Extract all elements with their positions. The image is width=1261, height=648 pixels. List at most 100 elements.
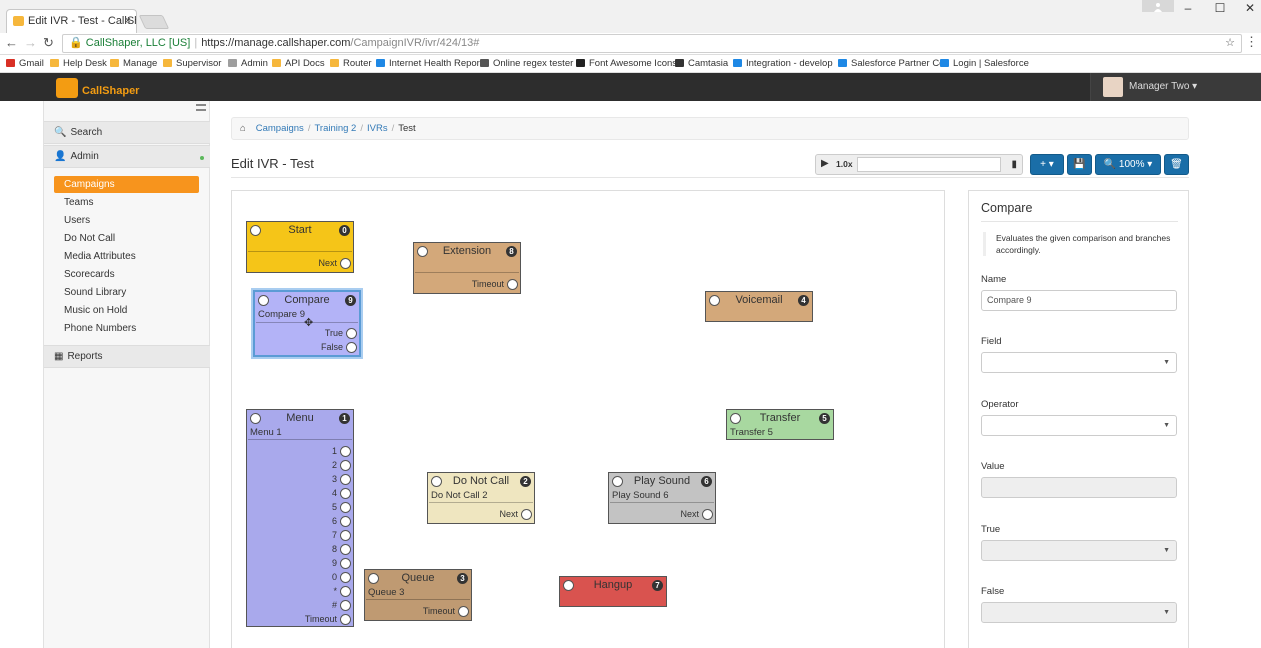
bookmark-item[interactable]: Online regex tester (480, 55, 573, 72)
minimize-icon[interactable]: – (1171, 0, 1205, 16)
output-port[interactable] (521, 509, 532, 520)
user-menu[interactable]: Manager Two ▾ (1090, 73, 1261, 101)
bookmark-item[interactable]: Font Awesome Icons (576, 55, 677, 72)
node-compare[interactable]: Compare 9 Compare 9 ✥ True False (251, 288, 363, 359)
output-port[interactable] (340, 474, 351, 485)
output-port[interactable] (340, 558, 351, 569)
sidebar-search[interactable]: 🔍 Search (44, 121, 210, 144)
output-label: 6 (331, 516, 337, 526)
sidebar-admin[interactable]: 👤 Admin (44, 145, 210, 168)
logo-icon (56, 78, 78, 98)
output-port[interactable] (340, 544, 351, 555)
home-icon[interactable]: ⌂ (240, 123, 246, 134)
output-port[interactable] (340, 460, 351, 471)
sidebar-reports[interactable]: ▦ Reports (44, 345, 210, 368)
sidebar-item-scorecards[interactable]: Scorecards (54, 266, 199, 283)
node-menu[interactable]: Menu 1 Menu 1 1 2 3 4 5 6 7 8 9 0 * # Timeout (246, 409, 354, 627)
save-icon[interactable]: 💾 (1067, 154, 1092, 175)
output-port[interactable] (340, 614, 351, 625)
output-label: Timeout (471, 279, 504, 289)
output-port[interactable] (340, 530, 351, 541)
add-node-button[interactable]: + ▾ (1030, 154, 1064, 175)
node-queue[interactable]: Queue 3 Queue 3 Timeout (364, 569, 472, 621)
sidebar-item-music-on-hold[interactable]: Music on Hold (54, 302, 199, 319)
output-port[interactable] (340, 488, 351, 499)
ivr-canvas[interactable]: Start 0 Next Extension 8 Timeout Compare… (231, 190, 945, 648)
back-icon[interactable]: ← (5, 35, 18, 50)
bookmark-item[interactable]: Integration - develop (733, 55, 833, 72)
forward-icon[interactable]: → (24, 35, 37, 50)
sidebar-toggle-icon[interactable] (196, 104, 206, 111)
node-number: 1 (339, 413, 350, 424)
bookmark-item[interactable]: Help Desk (50, 55, 107, 72)
output-port[interactable] (340, 572, 351, 583)
output-port[interactable] (340, 446, 351, 457)
node-title: Hangup (593, 579, 633, 591)
operator-select[interactable]: ▼ (981, 415, 1177, 436)
reload-icon[interactable]: ↻ (43, 35, 54, 51)
breadcrumb-ivrs[interactable]: IVRs (367, 123, 388, 134)
output-port[interactable] (346, 328, 357, 339)
output-port[interactable] (340, 258, 351, 269)
tab-close-icon[interactable]: × (125, 10, 131, 32)
sidebar-item-campaigns[interactable]: Campaigns (54, 176, 199, 193)
sidebar-item-teams[interactable]: Teams (54, 194, 199, 211)
name-field[interactable]: Compare 9 (981, 290, 1177, 311)
node-divider (415, 272, 519, 273)
node-do-not-call[interactable]: Do Not Call 2 Do Not Call 2 Next (427, 472, 535, 524)
true-select[interactable]: ▼ (981, 540, 1177, 561)
node-voicemail[interactable]: Voicemail 4 (705, 291, 813, 322)
output-port[interactable] (340, 600, 351, 611)
sidebar-item-do-not-call[interactable]: Do Not Call (54, 230, 199, 247)
playback-rate[interactable]: 1.0x (836, 159, 853, 169)
new-tab-button[interactable] (138, 15, 170, 29)
volume-icon[interactable]: ▮ (1011, 159, 1017, 170)
false-select[interactable]: ▼ (981, 602, 1177, 623)
playback-track[interactable] (857, 157, 1001, 172)
bookmark-icon (6, 59, 15, 67)
output-port[interactable] (346, 342, 357, 353)
bookmark-item[interactable]: Internet Health Repor (376, 55, 480, 72)
breadcrumb-training[interactable]: Training 2 (314, 123, 356, 134)
sidebar-reports-label: Reports (67, 351, 103, 362)
sidebar-item-media-attributes[interactable]: Media Attributes (54, 248, 199, 265)
node-transfer[interactable]: Transfer 5 Transfer 5 (726, 409, 834, 440)
play-icon[interactable]: ▶ (821, 158, 829, 169)
bookmark-item[interactable]: Supervisor (163, 55, 221, 72)
output-port[interactable] (507, 279, 518, 290)
bookmark-item[interactable]: Gmail (6, 55, 44, 72)
node-play-sound[interactable]: Play Sound 6 Play Sound 6 Next (608, 472, 716, 524)
field-select[interactable]: ▼ (981, 352, 1177, 373)
output-port[interactable] (702, 509, 713, 520)
sidebar-item-phone-numbers[interactable]: Phone Numbers (54, 320, 199, 337)
bookmark-star-icon[interactable]: ☆ (1225, 35, 1235, 52)
value-field[interactable] (981, 477, 1177, 498)
node-start[interactable]: Start 0 Next (246, 221, 354, 273)
breadcrumb-campaigns[interactable]: Campaigns (256, 123, 304, 134)
bookmark-item[interactable]: Admin (228, 55, 268, 72)
sidebar-item-sound-library[interactable]: Sound Library (54, 284, 199, 301)
logo-text: CallShaper (82, 85, 140, 97)
bookmarks-bar: Gmail Help Desk Manage Supervisor Admin API D… (0, 55, 1261, 73)
bookmark-item[interactable]: Salesforce Partner Co (838, 55, 944, 72)
close-window-icon[interactable]: ✕ (1233, 0, 1261, 16)
browser-tab[interactable]: Edit IVR - Test - CallShap × (6, 9, 137, 33)
node-extension[interactable]: Extension 8 Timeout (413, 242, 521, 294)
output-port[interactable] (340, 516, 351, 527)
url-input[interactable]: 🔒 CallShaper, LLC [US] | https://manage.ca… (62, 34, 1242, 53)
bookmark-item[interactable]: Camtasia (675, 55, 728, 72)
bookmark-item[interactable]: Manage (110, 55, 157, 72)
zoom-button[interactable]: 🔍 100% ▾ (1095, 154, 1161, 175)
sidebar-item-users[interactable]: Users (54, 212, 199, 229)
maximize-icon[interactable]: ☐ (1203, 0, 1237, 16)
bookmark-item[interactable]: Login | Salesforce (940, 55, 1029, 72)
output-port[interactable] (458, 606, 469, 617)
bookmark-item[interactable]: Router (330, 55, 372, 72)
browser-menu-icon[interactable]: ⋮ (1245, 34, 1258, 50)
profile-icon[interactable] (1142, 0, 1174, 12)
trash-icon[interactable]: 🗑 (1164, 154, 1189, 175)
bookmark-item[interactable]: API Docs (272, 55, 325, 72)
node-hangup[interactable]: Hangup 7 (559, 576, 667, 607)
output-port[interactable] (340, 586, 351, 597)
output-port[interactable] (340, 502, 351, 513)
